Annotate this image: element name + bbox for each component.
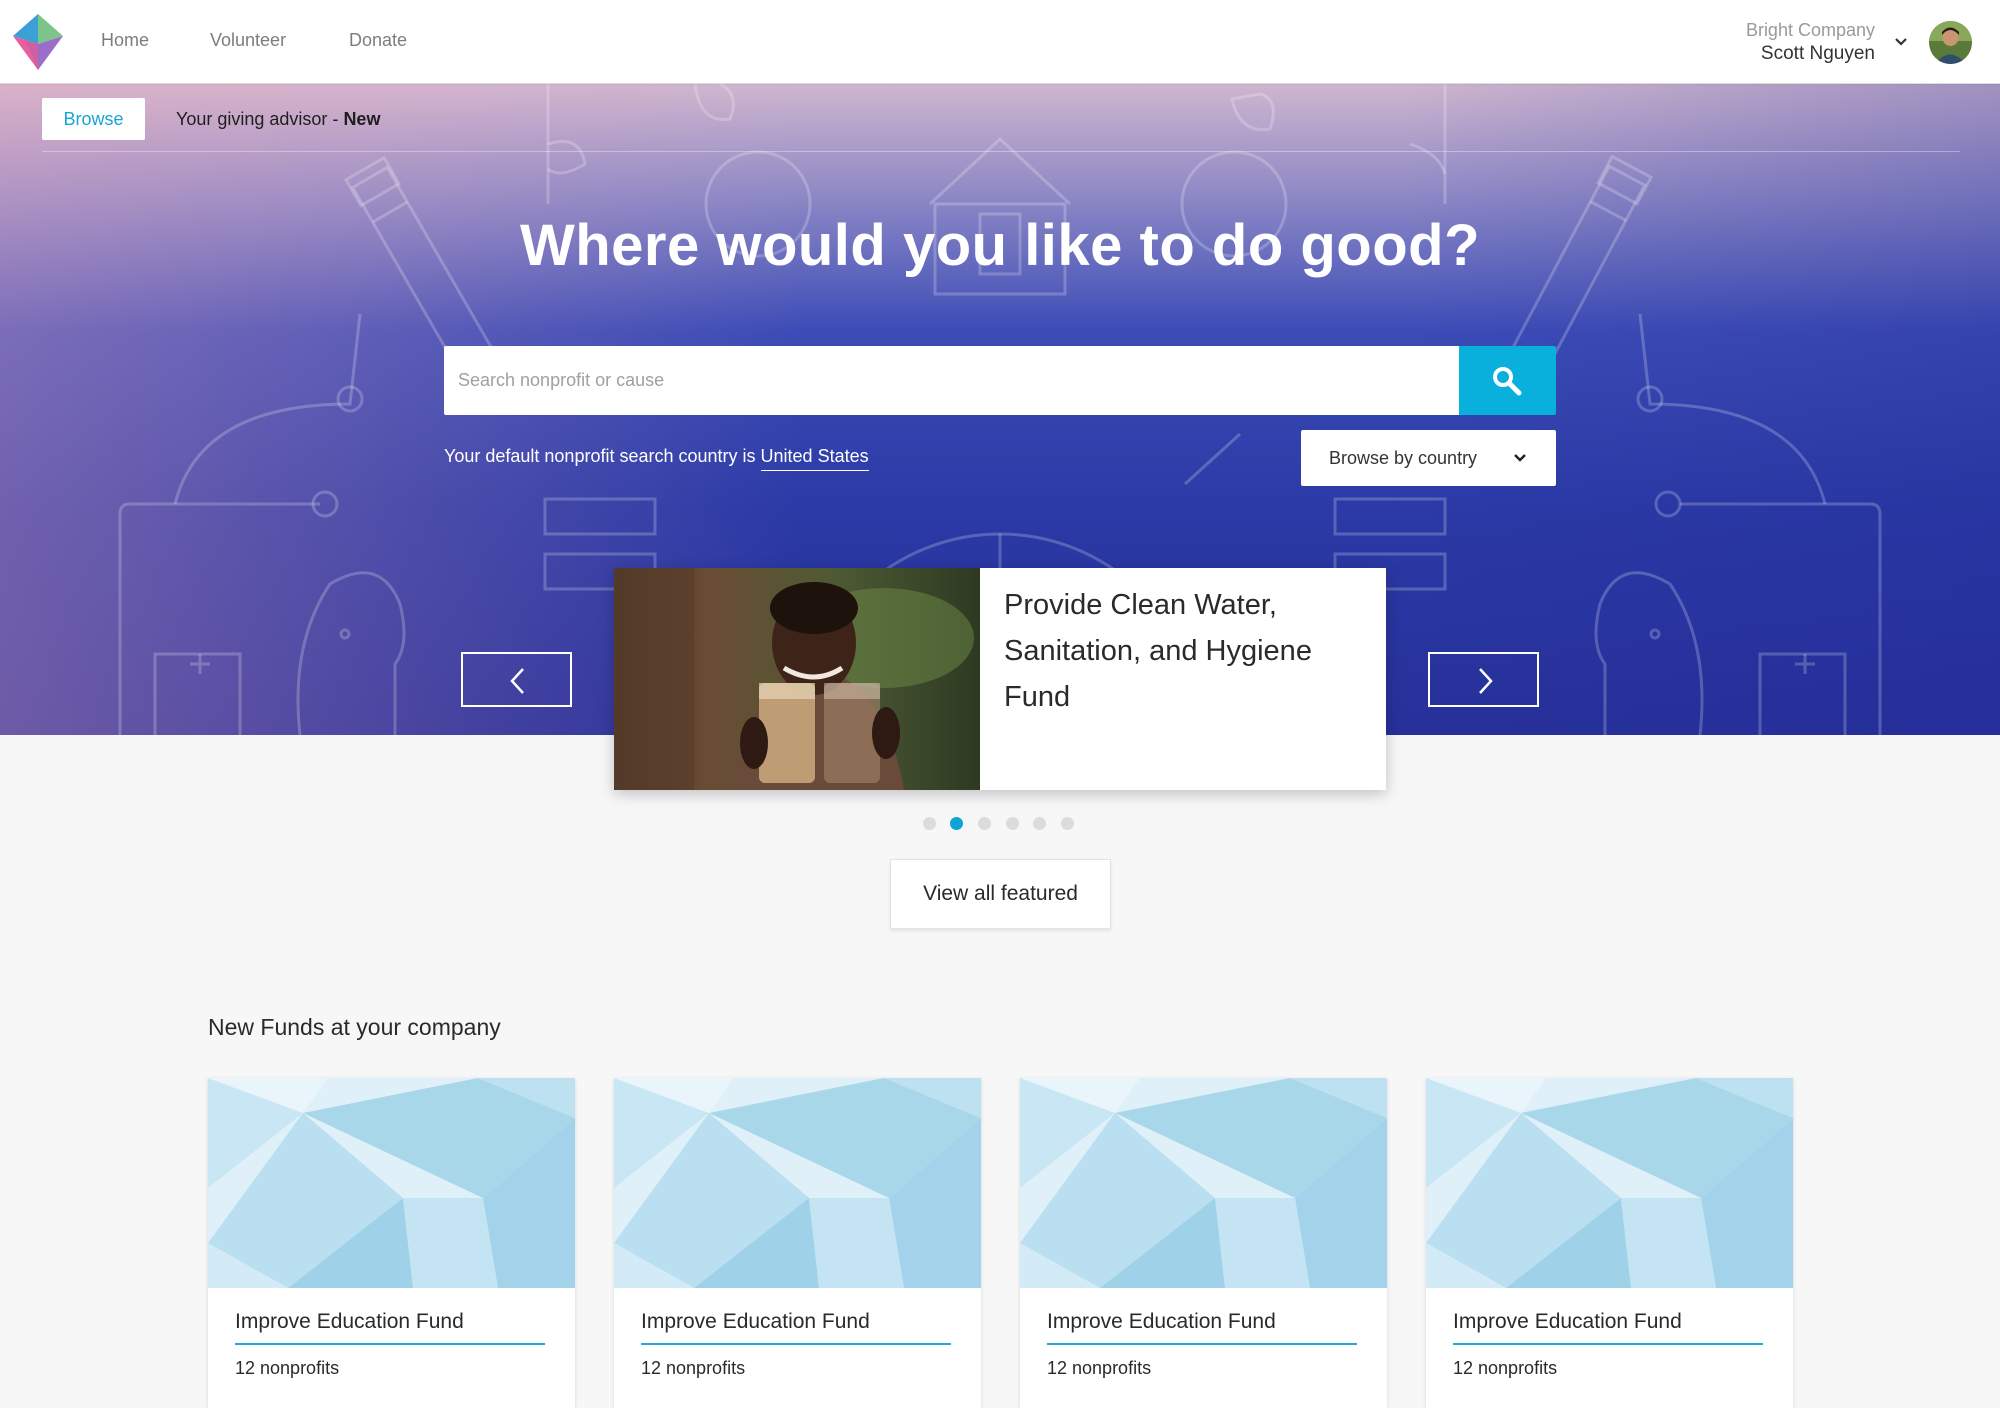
tab-browse[interactable]: Browse [42,98,145,140]
fund-card[interactable]: Improve Education Fund 12 nonprofits [614,1078,981,1408]
carousel-dot[interactable] [923,817,936,830]
fund-card[interactable]: Improve Education Fund 12 nonprofits [1020,1078,1387,1408]
tab-giving-advisor[interactable]: Your giving advisor - New [176,98,380,140]
chevron-right-icon [1479,668,1493,694]
search-input[interactable] [444,346,1460,415]
fund-pattern-image [208,1078,575,1288]
fund-card[interactable]: Improve Education Fund 12 nonprofits [1426,1078,1793,1408]
fund-nonprofit-count: 12 nonprofits [1047,1358,1152,1378]
view-all-featured-button[interactable]: View all featured [890,859,1111,929]
default-country-link[interactable]: United States [760,446,869,471]
carousel-prev-button[interactable] [461,652,572,707]
fund-card[interactable]: Improve Education Fund 12 nonprofits [208,1078,575,1408]
fund-nonprofit-count: 12 nonprofits [1453,1358,1558,1378]
fund-nonprofit-count: 12 nonprofits [641,1358,746,1378]
search-icon [1493,367,1522,396]
new-badge: New [343,109,381,129]
chevron-down-icon [1514,454,1526,462]
default-country-notice: Your default nonprofit search country is… [444,446,869,471]
fund-name: Improve Education Fund [1047,1310,1357,1345]
browse-by-country-select[interactable]: Browse by country [1301,430,1556,486]
tab-giving-advisor-label: Your giving advisor - [176,109,344,129]
fund-nonprofit-count: 12 nonprofits [235,1358,340,1378]
fund-pattern-image [1426,1078,1793,1288]
user-menu[interactable]: Bright Company Scott Nguyen [1746,18,1875,66]
section-title: New Funds at your company [208,1014,501,1040]
carousel-dot[interactable] [1061,817,1074,830]
nav-home-link[interactable]: Home [101,30,149,51]
featured-fund-card[interactable]: Provide Clean Water, Sanitation, and Hyg… [614,568,1386,790]
user-name: Scott Nguyen [1760,43,1875,64]
user-avatar-icon[interactable] [1929,21,1972,64]
default-country-text: Your default nonprofit search country is [444,446,761,466]
nav-donate-link[interactable]: Donate [349,30,407,51]
featured-fund-photo [614,568,980,790]
fund-pattern-image [1020,1078,1387,1288]
carousel-next-button[interactable] [1428,652,1539,707]
carousel-dot[interactable] [1006,817,1019,830]
top-navigation: Home Volunteer Donate Bright Company Sco… [0,0,2000,84]
sub-navigation: Browse Your giving advisor - New [42,98,1960,152]
featured-fund-title: Provide Clean Water, Sanitation, and Hyg… [1004,589,1312,713]
company-name: Bright Company [1745,20,1875,40]
browse-by-country-label: Browse by country [1329,448,1478,468]
chevron-down-icon[interactable] [1892,33,1910,51]
fund-name: Improve Education Fund [235,1310,545,1345]
carousel-dot[interactable] [1033,817,1046,830]
app-logo-icon[interactable] [13,14,63,70]
fund-name: Improve Education Fund [1453,1310,1763,1345]
fund-name: Improve Education Fund [641,1310,951,1345]
fund-pattern-image [614,1078,981,1288]
chevron-left-icon [510,668,524,694]
carousel-dot-active[interactable] [950,817,963,830]
nav-volunteer-link[interactable]: Volunteer [210,30,286,51]
carousel-dot[interactable] [978,817,991,830]
page-title: Where would you like to do good? [519,213,1481,278]
search-button[interactable] [1459,346,1556,415]
